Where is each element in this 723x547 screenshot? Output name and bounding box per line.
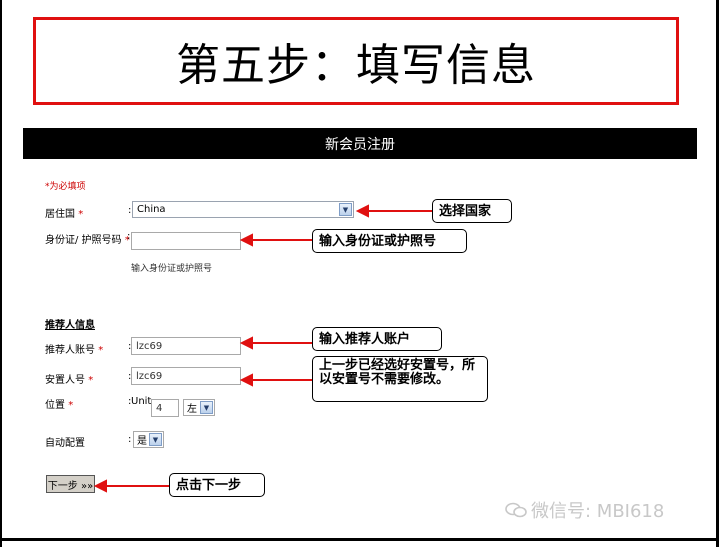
- annotation-arrows: [93, 204, 432, 493]
- arrow-head: [239, 373, 253, 387]
- wechat-icon: [505, 502, 527, 518]
- arrow-head: [239, 336, 253, 350]
- arrow-head: [239, 233, 253, 247]
- watermark: 微信号: MBI618: [505, 497, 664, 523]
- watermark-text: 微信号: MBI618: [531, 501, 665, 522]
- arrow-head: [355, 204, 369, 218]
- arrow-head: [93, 479, 107, 493]
